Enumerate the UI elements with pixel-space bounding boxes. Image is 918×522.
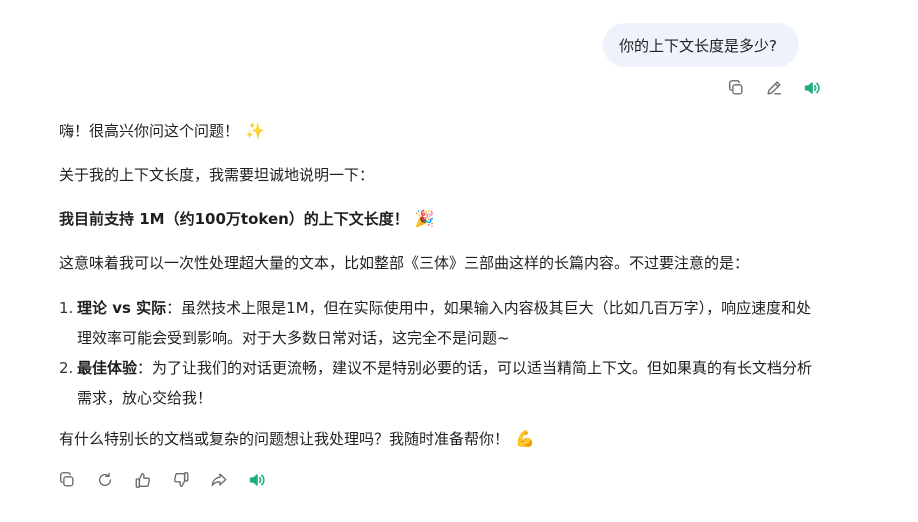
reply-greeting: 嗨！很高兴你问这个问题！ ✨ bbox=[59, 119, 819, 143]
assistant-reply: 嗨！很高兴你问这个问题！ ✨ 关于我的上下文长度，我需要坦诚地说明一下： 我目前支… bbox=[59, 119, 819, 451]
speaker-icon[interactable] bbox=[802, 78, 822, 98]
user-message-actions bbox=[726, 78, 822, 98]
reply-closing: 有什么特别长的文档或复杂的问题想让我处理吗？我随时准备帮你！ 💪 bbox=[59, 427, 819, 451]
user-message-bubble: 你的上下文长度是多少? bbox=[603, 23, 799, 67]
pencil-icon[interactable] bbox=[764, 78, 784, 98]
share-icon[interactable] bbox=[209, 470, 229, 490]
list-item-title: 最佳体验 bbox=[77, 359, 138, 377]
reply-intro: 关于我的上下文长度，我需要坦诚地说明一下： bbox=[59, 166, 375, 184]
reply-points-list: 1. 理论 vs 实际：虽然技术上限是1M，但在实际使用中，如果输入内容极其巨大… bbox=[59, 293, 819, 413]
list-item-number: 1. bbox=[59, 299, 74, 317]
reply-headline: 我目前支持 1M（约100万token）的上下文长度！ 🎉 bbox=[59, 207, 819, 231]
greeting-text: 嗨！很高兴你问这个问题！ bbox=[59, 122, 240, 140]
list-item-number: 2. bbox=[59, 359, 74, 377]
sparkles-emoji: ✨ bbox=[245, 121, 265, 140]
list-item-body: ：虽然技术上限是1M，但在实际使用中，如果输入内容极其巨大（比如几百万字），响应… bbox=[77, 299, 812, 347]
headline-text: 我目前支持 1M（约100万token）的上下文长度！ bbox=[59, 210, 409, 228]
list-item-body: ：为了让我们的对话更流畅，建议不是特别必要的话，可以适当精简上下文。但如果真的有… bbox=[77, 359, 813, 407]
closing-text: 有什么特别长的文档或复杂的问题想让我处理吗？我随时准备帮你！ bbox=[59, 430, 510, 448]
speaker-icon[interactable] bbox=[247, 470, 267, 490]
thumbs-down-icon[interactable] bbox=[171, 470, 191, 490]
list-item-title: 理论 vs 实际 bbox=[77, 299, 167, 317]
flexed-biceps-emoji: 💪 bbox=[515, 429, 535, 448]
copy-icon[interactable] bbox=[726, 78, 746, 98]
list-item: 1. 理论 vs 实际：虽然技术上限是1M，但在实际使用中，如果输入内容极其巨大… bbox=[59, 293, 819, 353]
reply-actions bbox=[57, 470, 267, 490]
party-popper-emoji: 🎉 bbox=[414, 209, 435, 228]
copy-icon[interactable] bbox=[57, 470, 77, 490]
refresh-icon[interactable] bbox=[95, 470, 115, 490]
thumbs-up-icon[interactable] bbox=[133, 470, 153, 490]
reply-explanation: 这意味着我可以一次性处理超大量的文本，比如整部《三体》三部曲这样的长篇内容。不过… bbox=[59, 254, 750, 272]
user-message-text: 你的上下文长度是多少? bbox=[619, 36, 777, 55]
list-item: 2. 最佳体验：为了让我们的对话更流畅，建议不是特别必要的话，可以适当精简上下文… bbox=[59, 353, 819, 413]
